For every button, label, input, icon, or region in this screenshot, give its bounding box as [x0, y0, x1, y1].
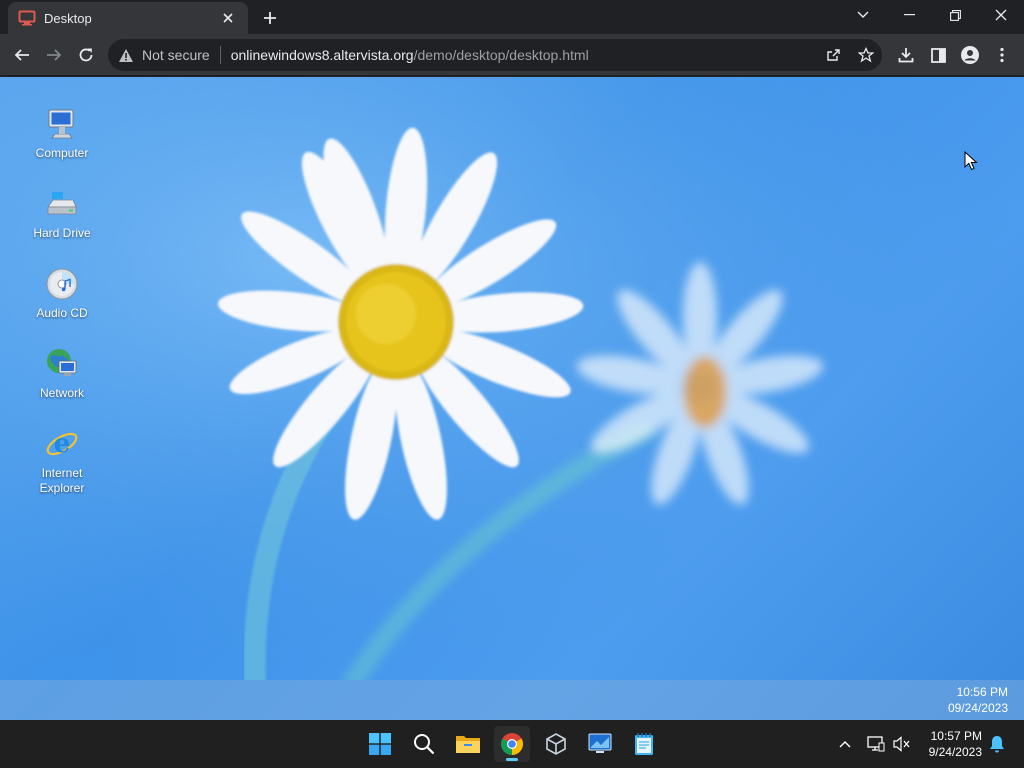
windows-taskbar: 10:57 PM 9/24/2023 [0, 720, 1024, 768]
profile-avatar-icon [961, 46, 979, 64]
emulated-clock-time: 10:56 PM [956, 685, 1008, 699]
side-panel-button[interactable] [924, 41, 952, 69]
tab-desktop[interactable]: Desktop [8, 2, 248, 34]
emulated-taskbar: 10:56 PM 09/24/2023 [0, 680, 1024, 720]
reload-button[interactable] [72, 41, 100, 69]
volume-button[interactable] [890, 732, 914, 756]
close-icon [995, 9, 1007, 21]
desktop-area[interactable]: Computer Hard Drive Audio CD Network e I… [0, 77, 1024, 720]
mouse-cursor-icon [964, 151, 978, 171]
bookmark-button[interactable] [854, 43, 878, 67]
browser-tab-strip: Desktop [0, 0, 1024, 34]
downloads-button[interactable] [892, 41, 920, 69]
folder-icon [456, 736, 480, 753]
monitor-network-icon [867, 736, 885, 752]
svg-text:e: e [54, 429, 71, 459]
download-icon [898, 48, 914, 63]
file-explorer-button[interactable] [450, 726, 486, 762]
daisy-wallpaper-image [0, 77, 1024, 680]
windows-logo-icon [369, 733, 391, 755]
plus-icon [264, 12, 276, 24]
security-status-label[interactable]: Not secure [142, 47, 210, 63]
chrome-button[interactable] [494, 726, 530, 762]
tab-search-button[interactable] [840, 0, 886, 30]
reload-icon [79, 48, 93, 62]
desktop-icon-hard-drive[interactable]: Hard Drive [22, 187, 102, 241]
arrow-left-icon [14, 49, 29, 61]
restore-icon [949, 9, 961, 21]
warning-icon [119, 48, 133, 62]
notepad-icon [635, 733, 653, 755]
restore-button[interactable] [932, 0, 978, 30]
url-separator [219, 46, 221, 64]
minimize-button[interactable] [886, 0, 932, 30]
remote-desktop-icon [588, 733, 612, 753]
hard-drive-icon [47, 192, 77, 215]
desktop-icon-audio-cd[interactable]: Audio CD [22, 267, 102, 321]
desktop-icon-label: Audio CD [36, 306, 88, 320]
system-clock-date: 9/24/2023 [928, 745, 982, 759]
desktop-icon-network[interactable]: Network [22, 347, 102, 401]
bell-icon [990, 736, 1004, 753]
url-path: /demo/desktop/desktop.html [413, 47, 589, 63]
back-button[interactable] [8, 41, 36, 69]
tab-close-icon[interactable] [218, 8, 238, 28]
computer-icon [48, 109, 74, 139]
share-button[interactable] [822, 43, 846, 67]
desktop-icon-label: Computer [35, 146, 89, 160]
remote-desktop-button[interactable] [582, 726, 618, 762]
share-icon [827, 49, 840, 61]
tab-title: Desktop [44, 10, 92, 26]
desktop-icon-label: Hard Drive [33, 226, 91, 240]
browser-menu-button[interactable] [988, 41, 1016, 69]
minimize-icon [903, 14, 915, 16]
url-host: onlinewindows8.altervista.org [230, 47, 414, 63]
start-button[interactable] [362, 726, 398, 762]
chevron-down-icon [857, 11, 869, 18]
star-icon [858, 47, 874, 63]
close-window-button[interactable] [978, 0, 1024, 30]
notepad-button[interactable] [626, 726, 662, 762]
search-icon [414, 734, 435, 755]
system-clock[interactable]: 10:57 PM 9/24/2023 [929, 728, 982, 760]
desktop-icon-computer[interactable]: Computer [22, 107, 102, 161]
search-button[interactable] [406, 726, 442, 762]
speaker-muted-icon [893, 736, 910, 752]
forward-button[interactable] [40, 41, 68, 69]
profile-button[interactable] [956, 41, 984, 69]
side-panel-icon [930, 47, 946, 63]
address-bar[interactable]: Not secure onlinewindows8.altervista.org… [108, 39, 882, 71]
kebab-menu-icon [1000, 47, 1004, 63]
browser-toolbar: Not secure onlinewindows8.altervista.org… [0, 34, 1024, 76]
chrome-icon [501, 733, 523, 755]
network-status-button[interactable] [864, 732, 888, 756]
internet-explorer-icon: e [46, 429, 78, 459]
chevron-up-icon [839, 741, 851, 748]
emulated-clock-date: 09/24/2023 [947, 701, 1008, 715]
cube-icon [546, 733, 566, 755]
desktop-icon-label: Network [39, 386, 84, 400]
notifications-button[interactable] [985, 732, 1009, 756]
virtualbox-button[interactable] [538, 726, 574, 762]
desktop-icon-label: Internet Explorer [39, 466, 85, 495]
audio-cd-icon [46, 268, 78, 300]
desktop-icon-internet-explorer[interactable]: e Internet Explorer [22, 427, 102, 496]
arrow-right-icon [47, 49, 62, 61]
monitor-favicon-icon [18, 10, 36, 26]
emulated-clock[interactable]: 10:56 PM 09/24/2023 [948, 684, 1008, 716]
system-clock-time: 10:57 PM [930, 729, 982, 743]
new-tab-button[interactable] [258, 6, 282, 30]
show-hidden-icons-button[interactable] [833, 732, 857, 756]
network-icon [47, 349, 77, 376]
